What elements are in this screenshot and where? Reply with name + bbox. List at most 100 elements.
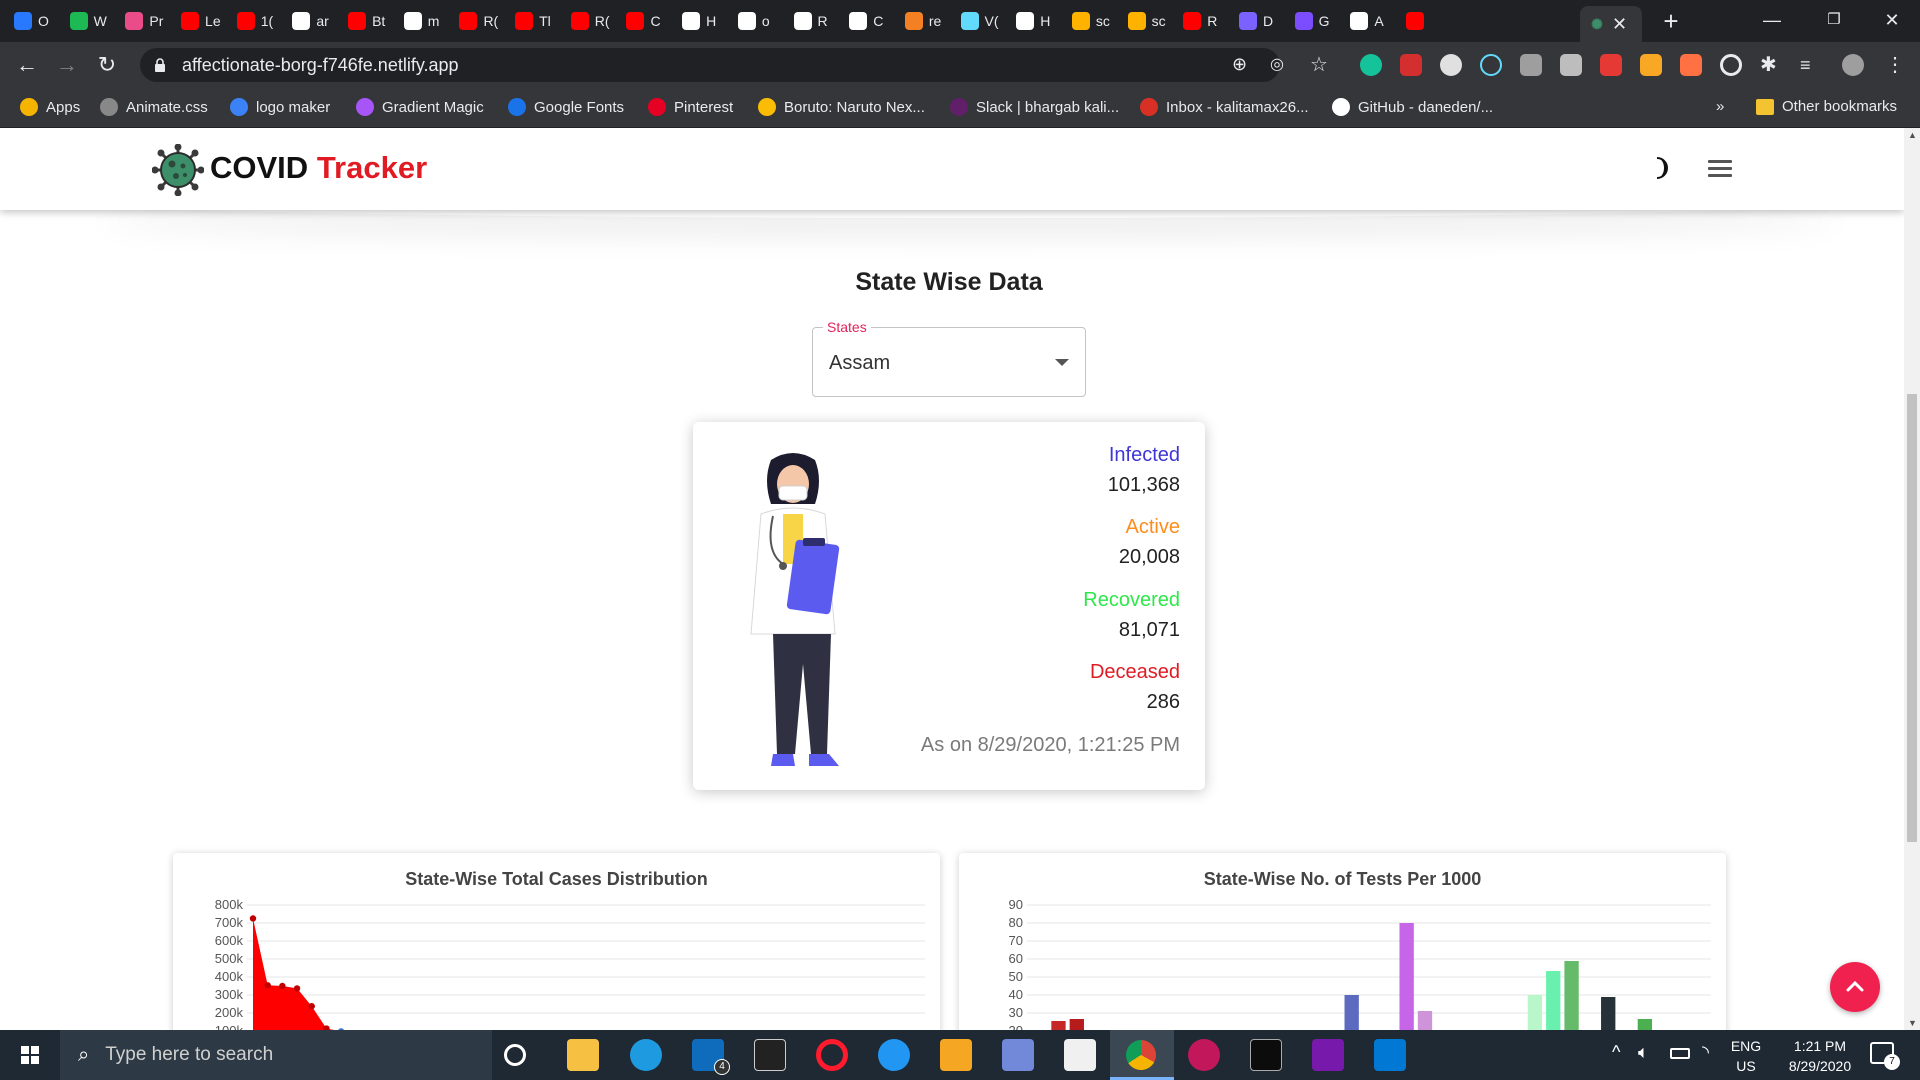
tray-chevron-up-icon[interactable]: ^ [1612,1042,1620,1063]
scroll-to-top-button[interactable] [1830,962,1880,1012]
browser-menu-icon[interactable]: ⋮ [1884,54,1906,76]
opera-browser-icon[interactable] [816,1039,848,1071]
discord-icon[interactable] [1002,1039,1034,1071]
browser-tab[interactable]: D [1238,6,1285,36]
browser-tab[interactable]: m [403,6,450,36]
bookmark-item[interactable]: GitHub - daneden/... [1332,98,1493,116]
cortana-icon[interactable] [504,1044,526,1066]
firefox-browser-icon[interactable] [878,1039,910,1071]
layers-extension-icon[interactable] [1680,54,1702,76]
mail-icon[interactable]: 4 [692,1039,730,1075]
browser-tab[interactable]: R [1183,6,1229,36]
forward-arrow-icon[interactable]: → [52,50,82,80]
media-control-icon[interactable]: ≡ [1800,54,1822,76]
browser-tab[interactable]: C [626,6,672,36]
media-player-icon[interactable] [940,1039,972,1071]
font-extension-icon[interactable] [1560,54,1582,76]
adblock-extension-icon[interactable] [1400,54,1422,76]
microsoft-store-icon[interactable] [1064,1039,1096,1071]
scrollbar-thumb[interactable] [1907,394,1917,842]
browser-tab[interactable]: sc [1071,6,1118,36]
clock[interactable]: 1:21 PM 8/29/2020 [1774,1036,1866,1076]
edge-browser-icon[interactable] [630,1039,662,1071]
browser-tab[interactable]: V( [960,6,1007,36]
taskbar-search-box[interactable]: ⌕ Type here to search [60,1030,492,1080]
browser-tab[interactable]: H [1016,6,1062,36]
color-picker-extension-icon[interactable] [1440,54,1462,76]
hamburger-menu-icon[interactable] [1708,160,1732,178]
hidden-eye-icon[interactable]: ◎ [1270,54,1284,74]
pubg-icon[interactable] [754,1039,786,1071]
grammarly-extension-icon[interactable] [1360,54,1382,76]
tests-per-1000-bar-chart[interactable]: 908070605040302010 [959,893,1726,1030]
bookmark-item[interactable]: Animate.css [100,98,208,116]
chrome-taskbar-button[interactable] [1110,1030,1174,1080]
other-bookmarks-folder[interactable]: Other bookmarks [1756,98,1897,115]
profile-avatar-icon[interactable] [1842,54,1864,76]
browser-tab[interactable]: A [1350,6,1396,36]
bookmark-item[interactable]: Google Fonts [508,98,624,116]
bookmark-star-icon[interactable]: ☆ [1310,52,1328,77]
browser-tab[interactable]: sc [1127,6,1174,36]
bookmark-item[interactable]: Gradient Magic [356,98,484,116]
sq-extension-icon[interactable] [1640,54,1662,76]
react-devtools-extension-icon[interactable] [1480,54,1502,76]
vscode-icon[interactable] [1374,1039,1406,1071]
tab-active-covid-tracker[interactable]: ✺ ✕ [1580,6,1642,42]
onenote-icon[interactable] [1312,1039,1344,1071]
browser-tab[interactable]: re [904,6,951,36]
reload-icon[interactable]: ↻ [92,50,122,80]
terminal-icon[interactable] [1250,1039,1282,1071]
browser-tab[interactable]: 1( [236,6,283,36]
page-scrollbar[interactable]: ▲ ▼ [1904,128,1920,1030]
browser-tab[interactable]: Pr [125,6,171,36]
back-arrow-icon[interactable]: ← [12,50,42,80]
state-select-dropdown[interactable]: States Assam [812,319,1086,397]
add-to-page-icon[interactable]: ⊕ [1232,54,1247,75]
bookmark-item[interactable]: Boruto: Naruto Nex... [758,98,925,116]
browser-tab[interactable]: C [849,6,895,36]
volume-icon[interactable]: 🔈︎ [1638,1042,1649,1063]
browser-tab[interactable] [1406,6,1452,36]
browser-tab[interactable]: Bt [348,6,394,36]
lightbulb-extension-icon[interactable] [1520,54,1542,76]
bookmark-item[interactable]: Inbox - kalitamax26... [1140,98,1309,116]
browser-tab[interactable]: R( [570,6,617,36]
target-extension-icon[interactable] [1720,54,1742,76]
browser-tab[interactable]: G [1294,6,1341,36]
minimize-window-icon[interactable]: — [1744,0,1800,40]
browser-tab[interactable]: Le [181,6,227,36]
browser-tab[interactable]: W [69,6,116,36]
battery-icon[interactable] [1670,1048,1690,1059]
restore-window-icon[interactable]: ❐ [1806,0,1862,40]
bookmark-item[interactable]: logo maker [230,98,330,116]
paint-icon[interactable] [1188,1039,1220,1071]
dark-mode-toggle-icon[interactable] [1648,156,1670,180]
close-tab-icon[interactable]: ✕ [1612,14,1627,35]
url-text[interactable]: affectionate-borg-f746fe.netlify.app [182,55,459,76]
total-cases-area-chart[interactable]: 800k 700k 600k 500k 400k 300k 200k 100k [173,893,940,1030]
browser-tab[interactable]: H [682,6,728,36]
new-tab-button[interactable]: + [1656,6,1686,36]
virus-logo-icon[interactable] [152,144,204,196]
file-explorer-icon[interactable] [567,1039,599,1071]
wifi-icon[interactable]: ◝ [1702,1042,1709,1063]
browser-tab[interactable]: ar [292,6,338,36]
language-indicator[interactable]: ENG US [1728,1036,1764,1076]
browser-tab[interactable]: O [14,6,60,36]
notifications-icon[interactable]: 7 [1870,1042,1900,1070]
browser-tab[interactable]: R( [459,6,505,36]
browser-tab[interactable]: R [793,6,840,36]
windows-start-icon[interactable] [0,1030,60,1080]
close-window-icon[interactable]: ✕ [1864,0,1920,40]
bookmark-item[interactable]: Apps [20,98,80,116]
more-bookmarks-button[interactable]: » [1716,98,1724,115]
extensions-puzzle-icon[interactable]: ✱ [1760,54,1782,76]
scroll-down-arrow-icon[interactable]: ▼ [1908,1018,1917,1028]
address-bar[interactable]: affectionate-borg-f746fe.netlify.app ⊕ ◎… [140,48,1328,82]
bookmark-item[interactable]: Pinterest [648,98,733,116]
site-brand[interactable]: COVID Tracker [210,150,427,186]
browser-tab[interactable]: Tl [515,6,561,36]
browser-tab[interactable]: o [737,6,784,36]
red-extension-icon[interactable] [1600,54,1622,76]
